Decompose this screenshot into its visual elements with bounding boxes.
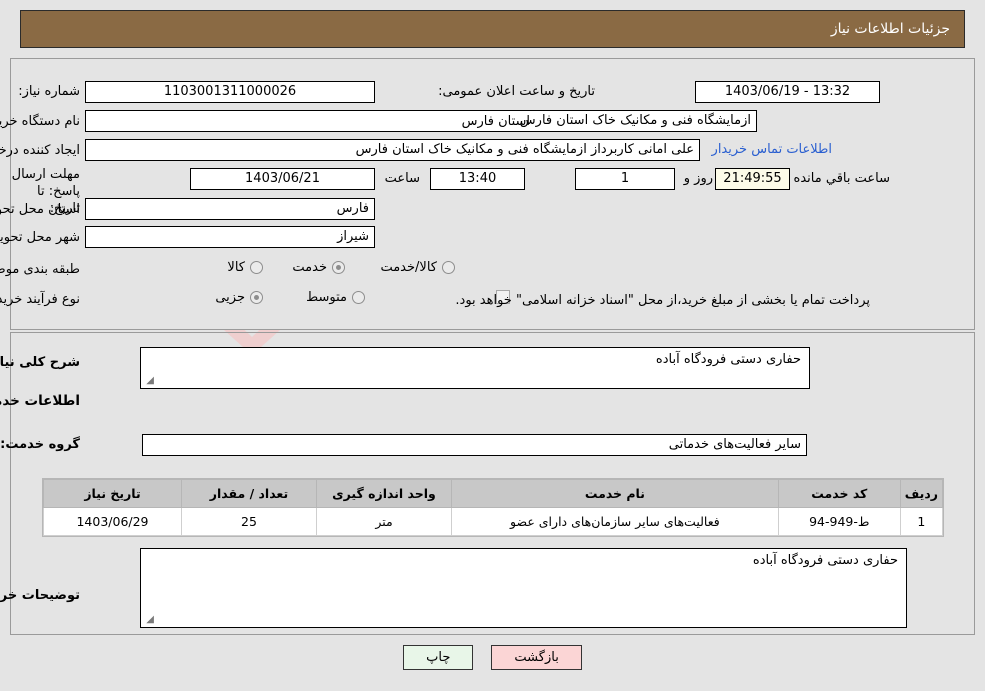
treasury-note-text: پرداخت تمام یا بخشی از مبلغ خرید،از محل … [455,293,870,308]
col-header-unit: واحد اندازه گیری [316,479,452,508]
hour-label: ساعت [384,171,420,186]
delivery-province-label: استان محل تحویل: [0,202,80,217]
table-header-row: ردیف کد خدمت نام خدمت واحد اندازه گیری ت… [43,479,944,508]
deadline-date-value: 1403/06/21 [190,168,375,190]
announce-datetime-value: 1403/06/19 - 13:32 [695,81,880,103]
delivery-province-value: فارس [85,198,375,220]
resize-grip-icon[interactable]: ◢ [144,376,154,386]
col-header-quantity: تعداد / مقدار [181,479,317,508]
footer-actions: بازگشت چاپ [0,645,985,670]
general-desc-textarea[interactable]: حفاری دستی فرودگاه آباده ◢ [140,347,810,389]
col-header-row-no: ردیف [899,479,944,508]
services-table: ردیف کد خدمت نام خدمت واحد اندازه گیری ت… [43,479,944,536]
category-label: طبقه بندی موضوعی: [0,262,80,277]
service-group-label: گروه خدمت: [0,437,80,452]
delivery-city-value: شیراز [85,226,375,248]
back-button[interactable]: بازگشت [491,645,582,670]
print-button[interactable]: چاپ [403,645,474,670]
general-desc-value: حفاری دستی فرودگاه آباده [655,352,801,367]
col-header-service-name: نام خدمت [451,479,779,508]
cell-quantity: 25 [181,507,317,536]
buyer-org-value: ازمایشگاه فنی و مکانیک خاک استان فارس [85,110,757,132]
need-number-label: شماره نیاز: [18,84,80,99]
radio-indicator-kala[interactable] [250,261,263,274]
hour-value: 13:40 [430,168,525,190]
buyer-contact-link[interactable]: اطلاعات تماس خریدار [712,142,832,157]
buyer-notes-label: توضیحات خریدار: [0,588,80,603]
services-section-title: اطلاعات خدمات مورد نیاز [0,393,80,409]
need-number-value: 1103001311000026 [85,81,375,103]
purchase-type-label: نوع فرآیند خرید : [0,292,80,307]
requester-value: علی امانی کاربرداز ازمایشگاه فنی و مکانی… [85,139,700,161]
cell-service-name: فعالیت‌های سایر سازمان‌های دارای عضو [451,507,779,536]
countdown-suffix-label: ساعت باقي مانده [793,171,890,186]
table-row: 1 ط-949-94 فعالیت‌های سایر سازمان‌های دا… [43,507,944,536]
radio-indicator-minor[interactable] [250,291,263,304]
cell-service-code: ط-949-94 [777,507,901,536]
purchase-type-radio-medium[interactable]: متوسط [306,290,365,305]
buyer-notes-textarea[interactable]: حفاری دستی فرودگاه آباده ◢ [140,548,907,628]
cell-row-no: 1 [899,507,944,536]
general-desc-label: شرح کلی نیاز: [0,355,80,370]
delivery-city-label: شهر محل تحویل: [0,230,80,245]
category-radio-kala-khedmat-label: کالا/خدمت [380,260,437,275]
buyer-notes-value: حفاری دستی فرودگاه آباده [752,553,898,568]
radio-indicator-medium[interactable] [352,291,365,304]
radio-indicator-kala-khedmat[interactable] [442,261,455,274]
purchase-type-radio-minor-label: جزیی [215,290,245,305]
purchase-type-radio-minor[interactable]: جزیی [215,290,263,305]
countdown-value: 21:49:55 [715,168,790,190]
category-radio-kala-label: کالا [227,260,245,275]
category-radio-kala[interactable]: کالا [227,260,263,275]
province-overlay-value: استان فارس [461,114,530,129]
cell-unit: متر [316,507,452,536]
requester-label: ایجاد کننده درخواست: [0,143,80,158]
page-title: جزئیات اطلاعات نیاز [830,21,950,37]
days-and-label: روز و [683,171,713,186]
need-details-page: AriaTender جزئیات اطلاعات نیاز شماره نیا… [0,0,985,691]
remaining-days-value: 1 [575,168,675,190]
col-header-service-code: کد خدمت [777,479,901,508]
buyer-org-label: نام دستگاه خریدار: [0,114,80,129]
announce-datetime-label: تاریخ و ساعت اعلان عمومی: [438,84,595,99]
resize-grip-icon-notes[interactable]: ◢ [144,615,154,625]
category-radio-kala-khedmat[interactable]: کالا/خدمت [380,260,455,275]
radio-indicator-khedmat[interactable] [332,261,345,274]
category-radio-khedmat[interactable]: خدمت [292,260,345,275]
page-title-bar: جزئیات اطلاعات نیاز [20,10,965,48]
cell-need-date: 1403/06/29 [43,507,182,536]
services-table-wrapper: ردیف کد خدمت نام خدمت واحد اندازه گیری ت… [42,478,944,537]
service-group-value: سایر فعالیت‌های خدماتی [142,434,807,456]
category-radio-khedmat-label: خدمت [292,260,327,275]
purchase-type-radio-medium-label: متوسط [306,290,347,305]
col-header-need-date: تاریخ نیاز [43,479,182,508]
